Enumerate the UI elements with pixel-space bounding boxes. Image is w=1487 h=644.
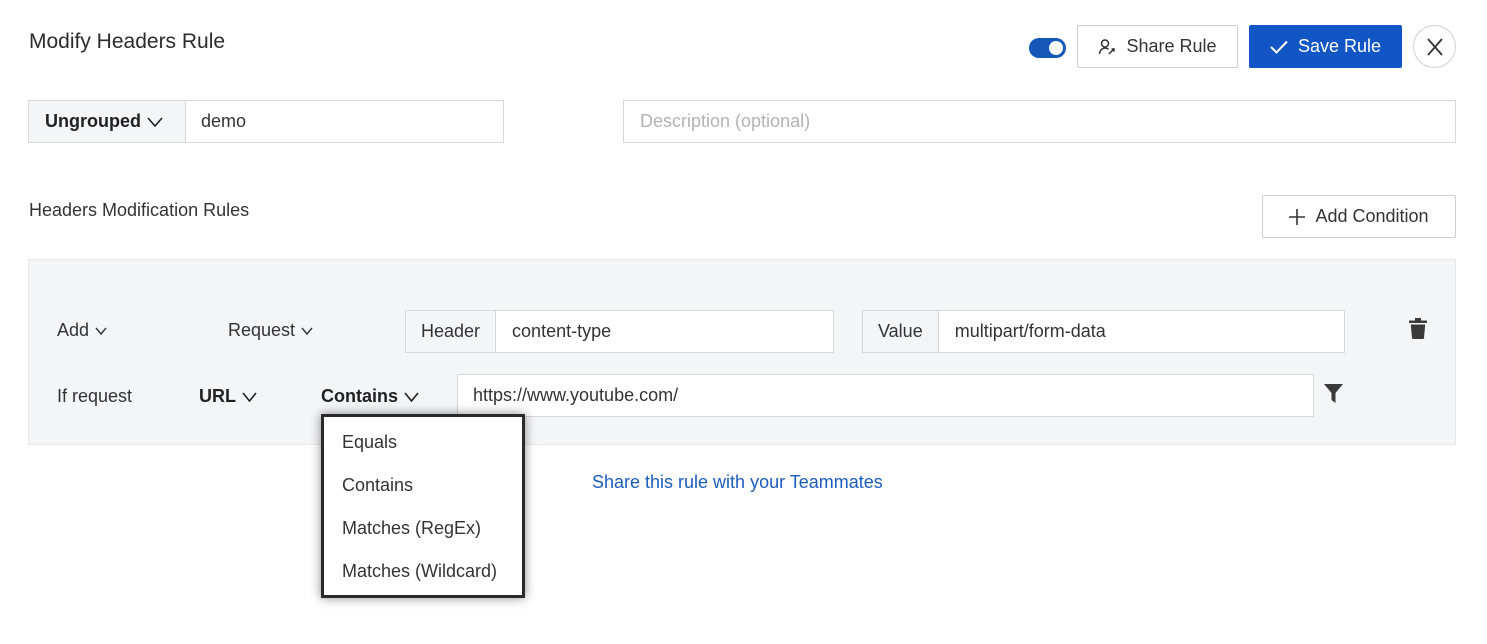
source-key-dropdown[interactable]: URL bbox=[199, 386, 257, 407]
toggle-knob bbox=[1049, 41, 1063, 55]
chevron-down-icon bbox=[242, 391, 257, 402]
value-field-label: Value bbox=[863, 311, 939, 352]
action-label: Add bbox=[57, 320, 90, 340]
section-heading: Headers Modification Rules bbox=[29, 200, 250, 220]
header-field-label: Header bbox=[406, 311, 497, 352]
chevron-down-icon bbox=[404, 391, 419, 402]
share-with-teammates-link[interactable]: Share this rule with your Teammates bbox=[592, 472, 883, 493]
save-rule-label: Save Rule bbox=[1297, 36, 1382, 56]
chevron-down-icon bbox=[95, 327, 107, 335]
group-dropdown[interactable]: Ungrouped bbox=[29, 101, 186, 142]
operator-label: Contains bbox=[321, 386, 399, 406]
operator-dropdown[interactable]: Contains bbox=[321, 386, 419, 407]
header-name-input[interactable]: content-type bbox=[496, 311, 833, 352]
header-value-input[interactable]: multipart/form-data bbox=[939, 311, 1344, 352]
header-name-field: Header content-type bbox=[405, 310, 834, 353]
trash-icon bbox=[1409, 318, 1427, 339]
header-value-field: Value multipart/form-data bbox=[862, 310, 1345, 353]
add-condition-label: Add Condition bbox=[1315, 206, 1429, 226]
save-rule-button[interactable]: Save Rule bbox=[1249, 25, 1402, 68]
condition-prefix: If request bbox=[57, 386, 133, 406]
description-input[interactable]: Description (optional) bbox=[623, 100, 1456, 143]
filter-button[interactable] bbox=[1324, 384, 1343, 408]
plus-icon bbox=[1289, 208, 1306, 225]
operator-menu: Equals Contains Matches (RegEx) Matches … bbox=[321, 414, 525, 598]
share-rule-button[interactable]: Share Rule bbox=[1077, 25, 1238, 68]
target-label: Request bbox=[228, 320, 296, 340]
url-input[interactable]: https://www.youtube.com/ bbox=[457, 374, 1314, 417]
page-title: Modify Headers Rule bbox=[29, 30, 226, 53]
rule-name-input[interactable]: demo bbox=[186, 101, 503, 142]
share-rule-label: Share Rule bbox=[1126, 36, 1217, 56]
chevron-down-icon bbox=[147, 116, 163, 127]
close-button[interactable] bbox=[1413, 25, 1456, 68]
menu-item-equals[interactable]: Equals bbox=[324, 421, 522, 464]
close-icon bbox=[1426, 37, 1443, 56]
delete-button[interactable] bbox=[1409, 318, 1427, 344]
source-key-label: URL bbox=[199, 386, 236, 406]
action-dropdown[interactable]: Add bbox=[57, 320, 107, 341]
add-condition-button[interactable]: Add Condition bbox=[1262, 195, 1456, 238]
chevron-down-icon bbox=[301, 327, 313, 335]
filter-icon bbox=[1324, 384, 1343, 403]
menu-item-regex[interactable]: Matches (RegEx) bbox=[324, 507, 522, 550]
check-icon bbox=[1270, 40, 1288, 54]
group-label: Ungrouped bbox=[45, 111, 141, 131]
menu-item-wildcard[interactable]: Matches (Wildcard) bbox=[324, 550, 522, 593]
target-dropdown[interactable]: Request bbox=[228, 320, 313, 341]
share-user-icon bbox=[1099, 38, 1116, 55]
group-name-field: Ungrouped demo bbox=[28, 100, 504, 143]
rule-status-toggle[interactable] bbox=[1029, 38, 1066, 58]
menu-item-contains[interactable]: Contains bbox=[324, 464, 522, 507]
